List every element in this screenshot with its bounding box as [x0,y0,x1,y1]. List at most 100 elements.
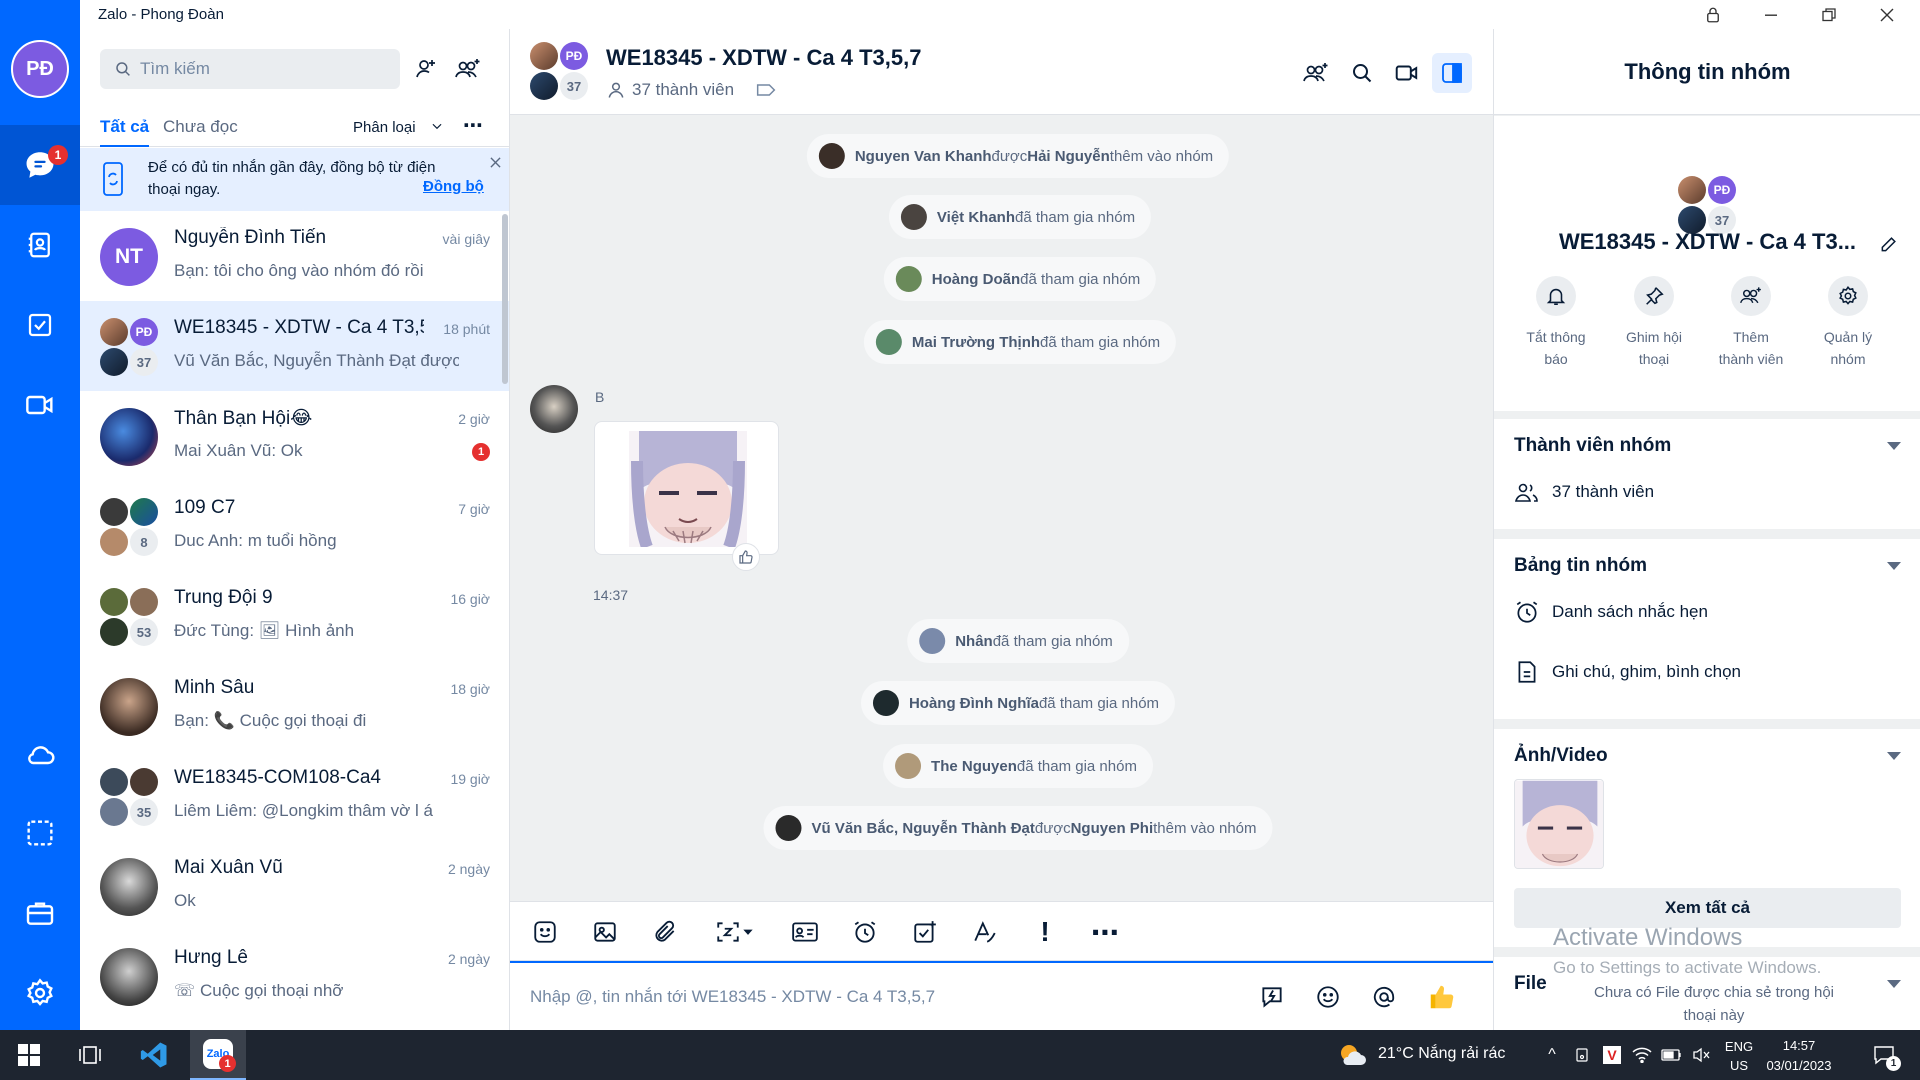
tray-device-icon[interactable] [1568,1030,1596,1080]
members-count-row[interactable]: 37 thành viên [1514,481,1654,503]
lock-button[interactable] [1684,0,1742,29]
section-title[interactable]: Bảng tin nhóm [1514,555,1647,577]
tray-app-icon[interactable]: V [1598,1030,1626,1080]
member-count[interactable]: 37 thành viên [606,80,776,100]
screenshot-button[interactable] [707,914,763,950]
group-avatar[interactable]: PĐ 37 [1678,176,1736,234]
section-title[interactable]: Thành viên nhóm [1514,435,1671,457]
quick-message-button[interactable] [1254,979,1290,1015]
vscode-taskbar-button[interactable] [126,1030,182,1080]
reminder-button[interactable] [847,914,883,950]
minimize-button[interactable] [1742,0,1800,29]
battery-icon[interactable] [1658,1030,1686,1080]
paperclip-icon [655,920,675,942]
send-contact-button[interactable] [787,914,823,950]
collapse-arrow-icon[interactable] [1887,979,1901,989]
message-input[interactable]: Nhập @, tin nhắn tới WE18345 - XDTW - Ca… [530,987,935,1007]
volume-muted-icon[interactable] [1688,1030,1716,1080]
sync-link[interactable]: Đồng bộ [423,178,484,195]
pin-conversation-button[interactable]: Ghim hội thoại [1614,276,1694,370]
clock[interactable]: 14:57 03/01/2023 [1762,1036,1836,1076]
tab-all[interactable]: Tất cả [100,117,150,147]
search-placeholder: Tìm kiếm [140,59,210,78]
zalo-taskbar-button[interactable]: Zalo 1 [190,1030,246,1080]
conversation-item[interactable]: Hưng Lê ☏ Cuộc gọi thoại nhỡ 2 ngày [80,931,509,1021]
nav-cloud-button[interactable] [0,715,80,795]
search-input[interactable]: Tìm kiếm [100,49,400,89]
attach-file-button[interactable] [647,914,683,950]
tab-unread[interactable]: Chưa đọc [163,117,238,147]
conversation-item[interactable]: 8 109 C7 Duc Anh: m tuổi hồng 7 giờ [80,481,509,571]
conversation-item[interactable]: Thân Bạn Hội😂 Mai Xuân Vũ: Ok 2 giờ 1 [80,391,509,481]
weather-icon[interactable] [1336,1030,1368,1080]
create-group-button[interactable] [452,53,484,85]
conversation-item[interactable]: 35 WE18345-COM108-Ca4 Liêm Liêm: @Longki… [80,751,509,841]
text-format-button[interactable] [967,914,1003,950]
sticker-message[interactable] [594,421,779,555]
more-tools-button[interactable]: ⋯ [1087,914,1123,950]
section-title[interactable]: Ảnh/Video [1514,745,1608,767]
sender-avatar[interactable] [530,385,578,433]
nav-settings-button[interactable] [0,953,80,1033]
collapse-arrow-icon[interactable] [1887,751,1901,761]
manage-group-button[interactable]: Quản lý nhóm [1808,276,1888,370]
view-all-button[interactable]: Xem tất cả [1514,888,1901,928]
reminders-row[interactable]: Danh sách nhắc hẹn [1514,599,1708,625]
react-like-button[interactable] [732,543,760,571]
more-options-button[interactable]: ⋯ [463,113,483,143]
sort-dropdown[interactable]: Phân loại [353,119,444,149]
conversation-item-selected[interactable]: PĐ 37 WE18345 - XDTW - Ca 4 T3,5,7 Vũ Vă… [80,301,509,391]
close-button[interactable] [1858,0,1916,29]
task-view-button[interactable] [62,1030,118,1080]
close-icon[interactable] [490,157,501,168]
send-image-button[interactable] [587,914,623,950]
search-in-chat-button[interactable] [1342,53,1382,93]
notes-row[interactable]: Ghi chú, ghim, bình chọn [1514,659,1741,685]
emoji-button[interactable] [1310,979,1346,1015]
tray-chevron-icon[interactable]: ^ [1538,1030,1566,1080]
edit-icon[interactable] [1879,234,1899,254]
mute-notifications-button[interactable]: Tắt thông báo [1516,276,1596,370]
collapse-arrow-icon[interactable] [1887,561,1901,571]
conversation-item[interactable]: NT Nguyễn Đình Tiến Bạn: tôi cho ông vào… [80,211,509,301]
conversation-name: WE18345 - XDTW - Ca 4 T3,5,7 [174,317,424,338]
add-member-button[interactable] [1296,53,1336,93]
mention-button[interactable] [1366,979,1402,1015]
missed-call-icon: ☏ [174,981,200,1000]
add-member-button[interactable]: Thêm thành viên [1711,276,1791,370]
video-call-button[interactable] [1387,53,1427,93]
nav-contacts-button[interactable] [0,205,80,285]
collapse-arrow-icon[interactable] [1887,441,1901,451]
preview-text: Cuộc gọi thoại nhỡ [199,981,344,1000]
tag-icon[interactable] [756,82,776,98]
weather-text[interactable]: 21°C Nắng rải rác [1378,1045,1505,1063]
start-button[interactable] [0,1030,58,1080]
notifications-button[interactable]: 1 [1864,1030,1904,1080]
group-name: WE18345 - XDTW - Ca 4 T3... [1558,229,1857,254]
nav-messages-button[interactable]: 1 [0,125,80,205]
nav-video-button[interactable] [0,365,80,445]
nav-todo-button[interactable] [0,285,80,365]
maximize-button[interactable] [1800,0,1858,29]
create-task-button[interactable] [907,914,943,950]
conversation-item[interactable]: Minh Sâu Bạn: 📞 Cuộc gọi thoại đi 18 giờ [80,661,509,751]
urgent-button[interactable]: ! [1027,914,1063,950]
add-friend-button[interactable] [410,53,442,85]
conversation-item[interactable]: 53 Trung Đội 9 Đức Tùng: 🖼 Hình ảnh 16 g… [80,571,509,661]
nav-toolbox-button[interactable] [0,873,80,953]
section-title[interactable]: File [1514,973,1547,995]
conversation-item[interactable]: Mai Xuân Vũ Ok 2 ngày [80,841,509,931]
send-like-button[interactable] [1424,979,1460,1015]
media-thumbnail[interactable] [1514,779,1604,869]
input-language[interactable]: ENG US [1721,1037,1757,1075]
list-scrollbar[interactable] [502,214,508,384]
group-avatar[interactable]: PĐ 37 [530,42,588,100]
nav-screenshot-button[interactable] [0,793,80,873]
message-composer[interactable]: Nhập @, tin nhắn tới WE18345 - XDTW - Ca… [510,961,1493,1030]
sticker-button[interactable] [527,914,563,950]
user-avatar[interactable]: PĐ [11,40,69,98]
conversation-preview: Duc Anh: m tuổi hồng [174,531,337,550]
user-icon [608,82,624,98]
toggle-info-panel-button[interactable] [1432,53,1472,93]
wifi-icon[interactable] [1628,1030,1656,1080]
